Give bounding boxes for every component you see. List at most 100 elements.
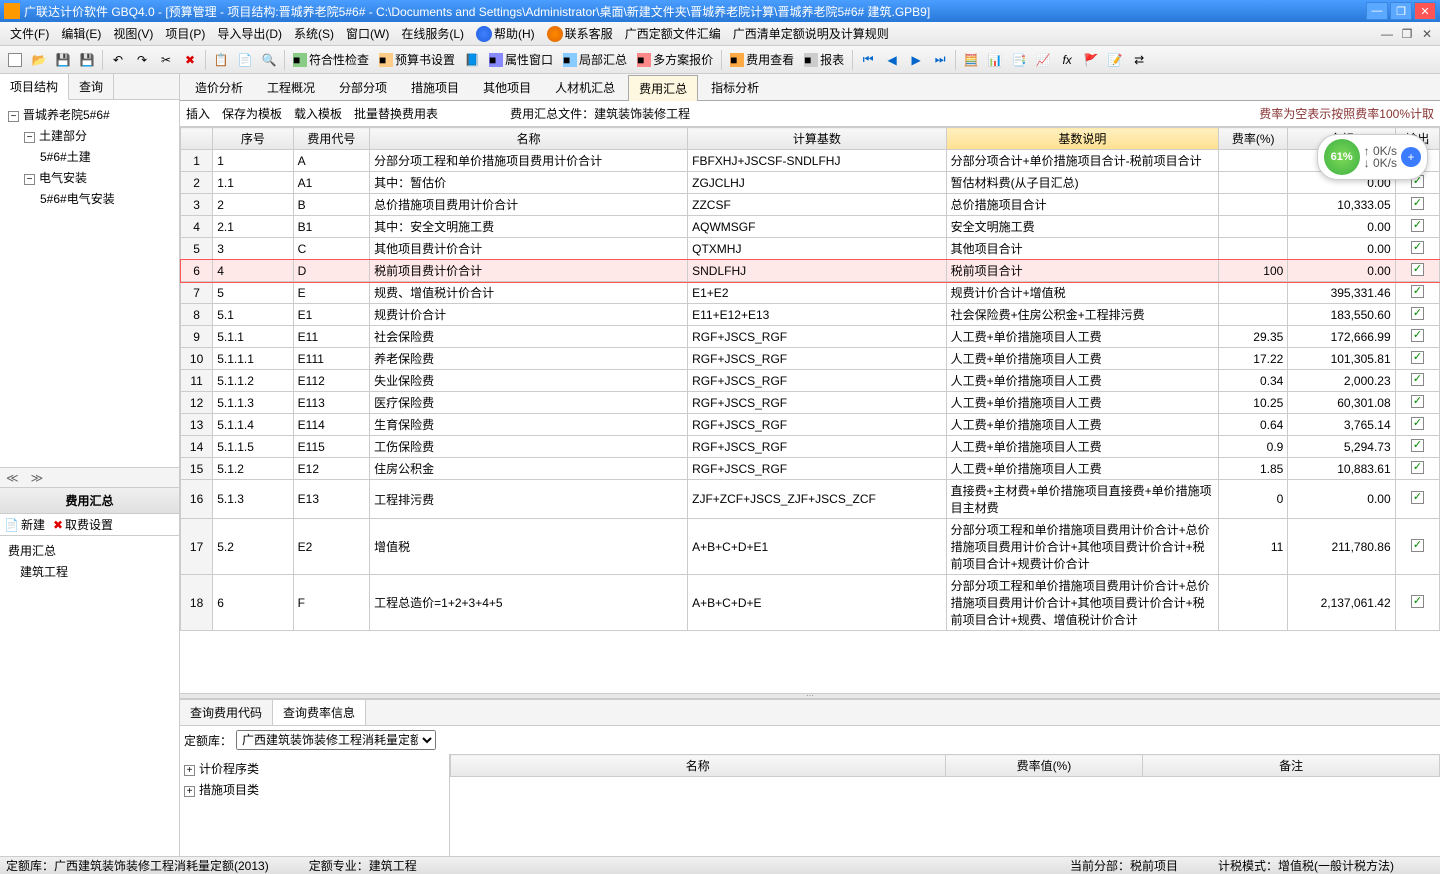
main-tab-5[interactable]: 人材机汇总 bbox=[544, 74, 626, 100]
collapse-icon[interactable]: − bbox=[8, 111, 19, 122]
left-tab-query[interactable]: 查询 bbox=[69, 74, 114, 99]
cost-view-button[interactable]: ■费用查看 bbox=[726, 49, 798, 70]
delete-icon[interactable]: ✖ bbox=[179, 49, 201, 71]
badge-plus-button[interactable]: + bbox=[1401, 147, 1421, 167]
table-row[interactable]: 155.1.2E12住房公积金RGF+JSCS_RGF人工费+单价措施项目人工费… bbox=[181, 458, 1440, 480]
budget-settings-button[interactable]: ■预算书设置 bbox=[375, 49, 459, 70]
output-checkbox[interactable] bbox=[1411, 263, 1424, 276]
tree-leaf[interactable]: 5#6#土建 bbox=[4, 146, 175, 167]
table-row[interactable]: 32B总价措施项目费用计价合计ZZCSF总价措施项目合计10,333.05 bbox=[181, 194, 1440, 216]
output-checkbox[interactable] bbox=[1411, 461, 1424, 474]
table-row[interactable]: 21.1A1其中：暂估价ZGJCLHJ暂估材料费(从子目汇总)0.00 bbox=[181, 172, 1440, 194]
book-icon[interactable]: 📘 bbox=[461, 49, 483, 71]
cost-list-item[interactable]: 费用汇总 bbox=[4, 540, 175, 561]
menu-help[interactable]: 帮助(H) bbox=[470, 23, 541, 45]
grid-header[interactable]: 名称 bbox=[370, 128, 688, 150]
menu-edit[interactable]: 编辑(E) bbox=[55, 23, 107, 44]
collapse-icon[interactable]: − bbox=[24, 132, 35, 143]
table-row[interactable]: 186F工程总造价=1+2+3+4+5A+B+C+D+E分部分项工程和单价措施项… bbox=[181, 575, 1440, 631]
output-checkbox[interactable] bbox=[1411, 241, 1424, 254]
grid-header[interactable]: 计算基数 bbox=[688, 128, 947, 150]
expand-icon[interactable]: + bbox=[184, 786, 195, 797]
bottom-tab-code[interactable]: 查询费用代码 bbox=[180, 700, 273, 725]
table-row[interactable]: 75E规费、增值税计价合计E1+E2规费计价合计+增值税395,331.46 bbox=[181, 282, 1440, 304]
bottom-tree-item[interactable]: +计价程序类 bbox=[184, 758, 445, 779]
child-minimize-button[interactable]: — bbox=[1378, 26, 1396, 42]
table-row[interactable]: 42.1B1其中：安全文明施工费AQWMSGF安全文明施工费0.00 bbox=[181, 216, 1440, 238]
save-template-button[interactable]: 保存为模板 bbox=[222, 105, 282, 122]
tree-root[interactable]: −晋城养老院5#6# bbox=[4, 104, 175, 125]
bottom-tree-item[interactable]: +措施项目类 bbox=[184, 779, 445, 800]
output-checkbox[interactable] bbox=[1411, 439, 1424, 452]
collapse-icon[interactable]: − bbox=[24, 174, 35, 185]
bottom-tab-rate[interactable]: 查询费率信息 bbox=[273, 700, 366, 725]
grid-header[interactable]: 费用代号 bbox=[293, 128, 369, 150]
property-window-button[interactable]: ■属性窗口 bbox=[485, 49, 557, 70]
close-button[interactable]: ✕ bbox=[1414, 2, 1436, 20]
tree-leaf[interactable]: 5#6#电气安装 bbox=[4, 188, 175, 209]
new-cost-button[interactable]: 📄新建 bbox=[4, 516, 45, 533]
menu-import[interactable]: 导入导出(D) bbox=[211, 23, 288, 44]
cut-icon[interactable]: ✂ bbox=[155, 49, 177, 71]
output-checkbox[interactable] bbox=[1411, 491, 1424, 504]
toggle-icon[interactable]: ⇄ bbox=[1128, 49, 1150, 71]
table-row[interactable]: 95.1.1E11社会保险费RGF+JSCS_RGF人工费+单价措施项目人工费2… bbox=[181, 326, 1440, 348]
output-checkbox[interactable] bbox=[1411, 307, 1424, 320]
calc-icon[interactable]: 🧮 bbox=[960, 49, 982, 71]
table-row[interactable]: 11A分部分项工程和单价措施项目费用计价合计FBFXHJ+JSCSF-SNDLF… bbox=[181, 150, 1440, 172]
menu-docs2[interactable]: 广西清单定额说明及计算规则 bbox=[727, 23, 895, 44]
table-row[interactable]: 125.1.1.3E113医疗保险费RGF+JSCS_RGF人工费+单价措施项目… bbox=[181, 392, 1440, 414]
table-row[interactable]: 64D税前项目费计价合计SNDLFHJ税前项目合计1000.00 bbox=[181, 260, 1440, 282]
nav-first-icon[interactable]: ⏮ bbox=[857, 49, 879, 71]
output-checkbox[interactable] bbox=[1411, 197, 1424, 210]
cost-list-item[interactable]: 建筑工程 bbox=[4, 561, 175, 582]
save-icon[interactable]: 💾 bbox=[52, 49, 74, 71]
left-tab-structure[interactable]: 项目结构 bbox=[0, 74, 69, 100]
main-tab-2[interactable]: 分部分项 bbox=[328, 74, 398, 100]
tree-nav-right-icon[interactable]: ≫ bbox=[27, 471, 48, 485]
menu-project[interactable]: 项目(P) bbox=[159, 23, 211, 44]
output-checkbox[interactable] bbox=[1411, 595, 1424, 608]
undo-icon[interactable]: ↶ bbox=[107, 49, 129, 71]
insert-button[interactable]: 插入 bbox=[186, 105, 210, 122]
fx-icon[interactable]: fx bbox=[1056, 49, 1078, 71]
table-row[interactable]: 85.1E1规费计价合计E11+E12+E13社会保险费+住房公积金+工程排污费… bbox=[181, 304, 1440, 326]
main-tab-7[interactable]: 指标分析 bbox=[700, 74, 770, 100]
grid-header[interactable]: 费率(%) bbox=[1219, 128, 1288, 150]
output-checkbox[interactable] bbox=[1411, 285, 1424, 298]
main-tab-3[interactable]: 措施项目 bbox=[400, 74, 470, 100]
table-row[interactable]: 105.1.1.1E111养老保险费RGF+JSCS_RGF人工费+单价措施项目… bbox=[181, 348, 1440, 370]
report-button[interactable]: ■报表 bbox=[800, 49, 848, 70]
tool-icon-1[interactable]: 📊 bbox=[984, 49, 1006, 71]
output-checkbox[interactable] bbox=[1411, 219, 1424, 232]
output-checkbox[interactable] bbox=[1411, 395, 1424, 408]
child-close-button[interactable]: ✕ bbox=[1418, 26, 1436, 42]
main-tab-4[interactable]: 其他项目 bbox=[472, 74, 542, 100]
menu-window[interactable]: 窗口(W) bbox=[340, 23, 395, 44]
search-icon[interactable]: 🔍 bbox=[258, 49, 280, 71]
tool-icon-3[interactable]: 📈 bbox=[1032, 49, 1054, 71]
table-row[interactable]: 115.1.1.2E112失业保险费RGF+JSCS_RGF人工费+单价措施项目… bbox=[181, 370, 1440, 392]
nav-prev-icon[interactable]: ◀ bbox=[881, 49, 903, 71]
redo-icon[interactable]: ↷ bbox=[131, 49, 153, 71]
menu-docs1[interactable]: 广西定额文件汇编 bbox=[619, 23, 727, 44]
output-checkbox[interactable] bbox=[1411, 417, 1424, 430]
output-checkbox[interactable] bbox=[1411, 373, 1424, 386]
open-icon[interactable]: 📂 bbox=[28, 49, 50, 71]
main-tab-6[interactable]: 费用汇总 bbox=[628, 75, 698, 101]
grid-header[interactable]: 序号 bbox=[213, 128, 293, 150]
table-row[interactable]: 135.1.1.4E114生育保险费RGF+JSCS_RGF人工费+单价措施项目… bbox=[181, 414, 1440, 436]
new-file-icon[interactable] bbox=[4, 49, 26, 71]
table-row[interactable]: 165.1.3E13工程排污费ZJF+ZCF+JSCS_ZJF+JSCS_ZCF… bbox=[181, 480, 1440, 519]
paste-icon[interactable]: 📄 bbox=[234, 49, 256, 71]
main-tab-0[interactable]: 造价分析 bbox=[184, 74, 254, 100]
tree-node[interactable]: −电气安装 bbox=[4, 167, 175, 188]
table-row[interactable]: 145.1.1.5E115工伤保险费RGF+JSCS_RGF人工费+单价措施项目… bbox=[181, 436, 1440, 458]
load-template-button[interactable]: 载入模板 bbox=[294, 105, 342, 122]
minimize-button[interactable]: — bbox=[1366, 2, 1388, 20]
save-all-icon[interactable]: 💾 bbox=[76, 49, 98, 71]
maximize-button[interactable]: ❐ bbox=[1390, 2, 1412, 20]
multi-plan-button[interactable]: ■多方案报价 bbox=[633, 49, 717, 70]
menu-file[interactable]: 文件(F) bbox=[4, 23, 55, 44]
flag-icon[interactable]: 🚩 bbox=[1080, 49, 1102, 71]
